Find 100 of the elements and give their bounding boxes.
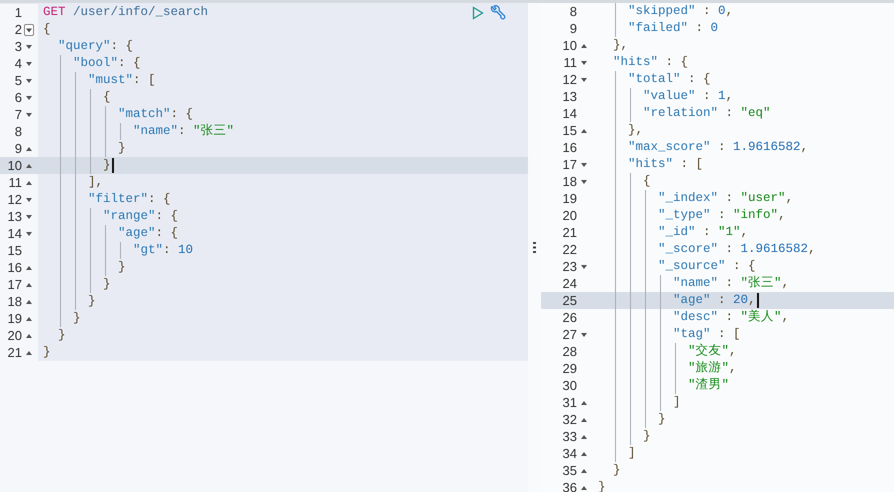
- line-number: 20: [562, 209, 577, 222]
- code-line: "age": {: [117, 225, 178, 242]
- code-line: },: [612, 37, 628, 54]
- line-number: 24: [562, 277, 577, 290]
- code-line: }: [87, 293, 96, 310]
- line-number: 33: [562, 430, 577, 443]
- line-number: 11: [8, 176, 22, 189]
- code-line: "name": "张三": [132, 123, 234, 140]
- line-number: 32: [562, 413, 577, 426]
- line-number: 15: [562, 124, 577, 137]
- line-number: 31: [562, 396, 577, 409]
- line-number: 30: [562, 379, 577, 392]
- code-line: "_type" : "info",: [657, 207, 786, 224]
- line-number: 17: [8, 278, 22, 291]
- drag-handle-icon[interactable]: [533, 242, 536, 253]
- code-line: "_source" : {: [657, 258, 756, 275]
- line-number: 18: [8, 295, 22, 308]
- line-number: 9: [14, 142, 22, 155]
- line-number: 20: [8, 329, 22, 342]
- line-number: 23: [562, 260, 577, 273]
- code-line: "match": {: [117, 106, 194, 123]
- code-line: "total" : {: [627, 71, 711, 88]
- code-line: "failed" : 0: [627, 20, 718, 37]
- line-number: 17: [562, 158, 577, 171]
- code-line: "tag" : [: [672, 326, 741, 343]
- line-number: 12: [562, 73, 577, 86]
- code-line: "filter": {: [87, 191, 171, 208]
- text-cursor: [112, 158, 114, 173]
- line-number: 13: [8, 210, 22, 223]
- line-number: 22: [562, 243, 577, 256]
- code-line: "bool": {: [72, 55, 141, 72]
- line-number: 14: [8, 227, 22, 240]
- line-number: 4: [14, 57, 22, 70]
- line-number: 25: [562, 294, 577, 307]
- line-number: 5: [14, 74, 22, 87]
- code-line: "_index" : "user",: [657, 190, 794, 207]
- text-cursor: [756, 293, 759, 308]
- line-number: 19: [8, 312, 22, 325]
- line-number: 8: [14, 125, 22, 138]
- code-line: "desc" : "美人",: [672, 309, 790, 326]
- code-line: "name" : "张三",: [672, 275, 790, 292]
- code-line: }: [72, 310, 81, 327]
- line-number: 11: [564, 56, 577, 69]
- code-line: }: [57, 327, 66, 344]
- code-line: "relation" : "eq": [642, 105, 771, 122]
- code-line: ]: [627, 445, 636, 462]
- code-line: }: [642, 428, 651, 445]
- line-number: 21: [8, 346, 22, 359]
- line-number: 9: [570, 22, 577, 35]
- line-number: 21: [562, 226, 577, 239]
- line-number: 8: [570, 5, 577, 18]
- code-line: ]: [672, 394, 681, 411]
- code-line: "age" : 20,: [672, 292, 756, 309]
- code-line: }: [102, 276, 111, 293]
- code-line: }: [43, 344, 51, 361]
- line-number: 2: [14, 23, 22, 36]
- code-line: }: [102, 157, 111, 174]
- line-number: 28: [562, 345, 577, 358]
- code-line: "query": {: [57, 38, 134, 55]
- code-line: ],: [87, 174, 104, 191]
- line-number: 10: [8, 159, 22, 172]
- fold-toggle-icon[interactable]: [24, 24, 34, 36]
- line-number: 14: [562, 107, 577, 120]
- code-line: {: [43, 21, 51, 38]
- line-number: 36: [562, 481, 577, 492]
- line-number: 6: [14, 91, 22, 104]
- code-line: "旅游",: [687, 360, 737, 377]
- line-number: 29: [562, 362, 577, 375]
- line-number: 3: [14, 40, 22, 53]
- code-line: }: [117, 140, 126, 157]
- code-line: "hits" : [: [627, 156, 704, 173]
- play-icon[interactable]: [472, 6, 484, 20]
- line-number: 27: [562, 328, 577, 341]
- code-line: "skipped" : 0,: [627, 3, 734, 20]
- code-line: {: [102, 89, 111, 106]
- line-number: 1: [14, 6, 22, 19]
- code-line: "渣男": [687, 377, 730, 394]
- line-number: 19: [562, 192, 577, 205]
- code-line: "_score" : 1.9616582,: [657, 241, 816, 258]
- code-line: "range": {: [102, 208, 178, 225]
- code-line: }: [117, 259, 126, 276]
- code-line: }: [612, 462, 621, 479]
- line-number: 26: [562, 311, 577, 324]
- code-line: "交友",: [687, 343, 737, 360]
- code-line: "_id" : "1",: [657, 224, 748, 241]
- code-line: "hits" : {: [612, 54, 688, 71]
- line-number: 18: [562, 175, 577, 188]
- line-number: 16: [8, 261, 22, 274]
- code-line: "max_score" : 1.9616582,: [627, 139, 808, 156]
- line-number: 15: [8, 244, 22, 257]
- wrench-icon[interactable]: [489, 4, 506, 21]
- line-number: 35: [562, 464, 577, 477]
- code-line: }: [657, 411, 666, 428]
- code-line: },: [627, 122, 644, 139]
- line-number: 12: [8, 193, 22, 206]
- line-number: 34: [562, 447, 577, 460]
- code-line: "gt": 10: [132, 242, 194, 259]
- line-number: 7: [14, 108, 22, 121]
- code-line: "must": [: [87, 72, 156, 89]
- line-number: 13: [562, 90, 577, 103]
